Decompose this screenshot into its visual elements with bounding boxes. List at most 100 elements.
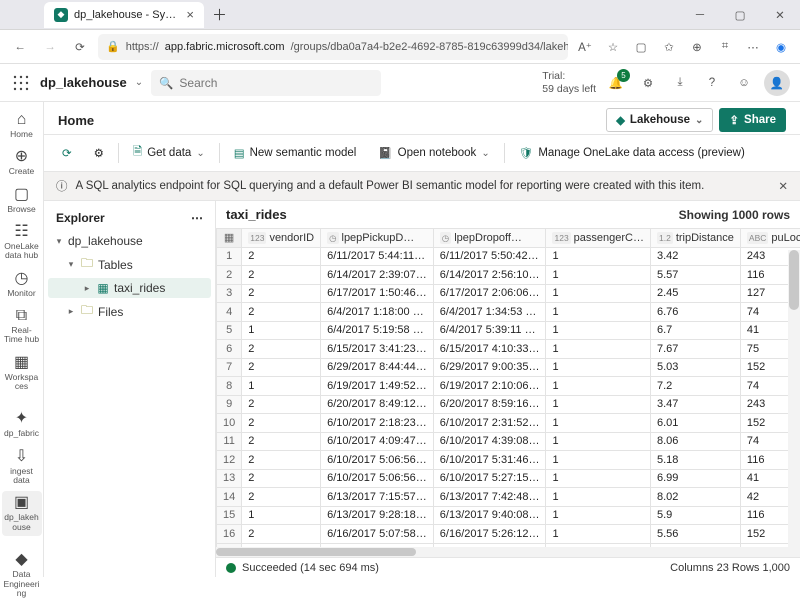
table-row[interactable]: 926/20/2017 8:49:12…6/20/2017 8:59:16…13… bbox=[217, 395, 800, 414]
manage-access-button[interactable]: 🛡Manage OneLake data access (preview) bbox=[511, 140, 753, 166]
read-aloud-icon[interactable]: A⁺ bbox=[574, 36, 596, 58]
table-row[interactable]: 426/4/2017 1:18:00 …6/4/2017 1:34:53 …16… bbox=[217, 303, 800, 322]
table-cell[interactable]: 2 bbox=[242, 525, 321, 544]
table-cell[interactable]: 5.9 bbox=[651, 506, 741, 525]
table-row[interactable]: 1026/10/2017 2:18:23…6/10/2017 2:31:52…1… bbox=[217, 414, 800, 433]
rail-item-create[interactable]: ⊕Create bbox=[2, 145, 42, 180]
info-close-button[interactable]: ✕ bbox=[778, 179, 788, 193]
tree-tables[interactable]: ▾🗀Tables bbox=[48, 251, 211, 278]
table-cell[interactable]: 6/13/2017 9:28:18… bbox=[321, 506, 434, 525]
horizontal-scrollbar[interactable] bbox=[216, 547, 788, 557]
rail-item-real-time-hub[interactable]: ⧉Real-Time hub bbox=[2, 304, 42, 349]
refresh-button[interactable]: ⟳ bbox=[68, 35, 92, 59]
table-cell[interactable]: 6/29/2017 8:44:44… bbox=[321, 358, 434, 377]
table-cell[interactable]: 1 bbox=[546, 395, 651, 414]
table-cell[interactable]: 2 bbox=[242, 432, 321, 451]
table-cell[interactable]: 2 bbox=[242, 284, 321, 303]
collections-square-icon[interactable]: ▢ bbox=[630, 36, 652, 58]
rail-item-workspaces[interactable]: ▦Workspaces bbox=[2, 351, 42, 396]
table-cell[interactable]: 7.2 bbox=[651, 377, 741, 396]
rail-item-home[interactable]: ⌂Home bbox=[2, 108, 42, 143]
table-row[interactable]: 226/14/2017 2:39:07…6/14/2017 2:56:10…15… bbox=[217, 266, 800, 285]
table-cell[interactable]: 6/29/2017 9:00:35… bbox=[433, 358, 546, 377]
table-cell[interactable]: 6/19/2017 1:49:52… bbox=[321, 377, 434, 396]
col-header[interactable]: 123vendorID bbox=[242, 229, 321, 248]
table-cell[interactable]: 2 bbox=[242, 266, 321, 285]
table-cell[interactable]: 5.03 bbox=[651, 358, 741, 377]
table-cell[interactable]: 6.99 bbox=[651, 469, 741, 488]
table-cell[interactable]: 6/4/2017 1:18:00 … bbox=[321, 303, 434, 322]
table-cell[interactable]: 2 bbox=[242, 414, 321, 433]
table-cell[interactable]: 1 bbox=[546, 414, 651, 433]
table-row[interactable]: 326/17/2017 1:50:46…6/17/2017 2:06:06…12… bbox=[217, 284, 800, 303]
table-cell[interactable]: 2 bbox=[242, 488, 321, 507]
table-cell[interactable]: 6/17/2017 2:06:06… bbox=[433, 284, 546, 303]
table-cell[interactable]: 6.7 bbox=[651, 321, 741, 340]
copilot-icon[interactable]: ◉ bbox=[770, 36, 792, 58]
table-cell[interactable]: 6/19/2017 2:10:06… bbox=[433, 377, 546, 396]
trial-status[interactable]: Trial: 59 days left bbox=[542, 70, 596, 94]
table-cell[interactable]: 6/10/2017 5:06:56… bbox=[321, 451, 434, 470]
user-avatar[interactable]: 👤 bbox=[764, 70, 790, 96]
open-notebook-button[interactable]: 📓Open notebook⌄ bbox=[370, 140, 497, 166]
table-cell[interactable]: 6/16/2017 5:07:58… bbox=[321, 525, 434, 544]
table-cell[interactable]: 2 bbox=[242, 340, 321, 359]
feedback-icon[interactable]: ☺ bbox=[732, 71, 756, 95]
collections-icon[interactable]: ⊕ bbox=[686, 36, 708, 58]
tree-table-taxi_rides[interactable]: ▸▦taxi_rides bbox=[48, 278, 211, 298]
table-cell[interactable]: 6/4/2017 1:34:53 … bbox=[433, 303, 546, 322]
rail-item-dp-fabric[interactable]: ✦dp_fabric bbox=[2, 407, 42, 442]
rail-item-onelake-data-hub[interactable]: ☷OneLake data hub bbox=[2, 220, 42, 265]
table-cell[interactable]: 6/14/2017 2:39:07… bbox=[321, 266, 434, 285]
table-cell[interactable]: 6/11/2017 5:50:42… bbox=[433, 247, 546, 266]
table-cell[interactable]: 1 bbox=[242, 377, 321, 396]
rownum-header[interactable]: ▦ bbox=[217, 229, 242, 248]
help-icon[interactable]: ? bbox=[700, 71, 724, 95]
table-cell[interactable]: 6/13/2017 7:42:48… bbox=[433, 488, 546, 507]
table-cell[interactable]: 2 bbox=[242, 358, 321, 377]
table-cell[interactable]: 1 bbox=[546, 488, 651, 507]
table-cell[interactable]: 6/10/2017 5:31:46… bbox=[433, 451, 546, 470]
more-icon[interactable]: ⋯ bbox=[742, 36, 764, 58]
table-cell[interactable]: 6.76 bbox=[651, 303, 741, 322]
table-cell[interactable]: 1 bbox=[546, 247, 651, 266]
favorites-icon[interactable]: ✩ bbox=[658, 36, 680, 58]
new-model-button[interactable]: ▤New semantic model bbox=[226, 140, 365, 166]
table-row[interactable]: 516/4/2017 5:19:58 …6/4/2017 5:39:11 …16… bbox=[217, 321, 800, 340]
tab-close-icon[interactable]: × bbox=[186, 7, 194, 22]
notifications-button[interactable]: 🔔5 bbox=[604, 71, 628, 95]
data-table[interactable]: ▦123vendorID◷lpepPickupD…◷lpepDropoff…12… bbox=[216, 228, 800, 557]
table-cell[interactable]: 2 bbox=[242, 303, 321, 322]
table-cell[interactable]: 6/15/2017 4:10:33… bbox=[433, 340, 546, 359]
table-row[interactable]: 126/11/2017 5:44:11…6/11/2017 5:50:42…13… bbox=[217, 247, 800, 266]
table-cell[interactable]: 6/14/2017 2:56:10… bbox=[433, 266, 546, 285]
maximize-button[interactable]: ▢ bbox=[720, 0, 760, 30]
lakehouse-mode-dropdown[interactable]: ◆ Lakehouse ⌄ bbox=[606, 108, 713, 132]
table-cell[interactable]: 1 bbox=[546, 377, 651, 396]
table-cell[interactable]: 7.67 bbox=[651, 340, 741, 359]
table-row[interactable]: 1226/10/2017 5:06:56…6/10/2017 5:31:46…1… bbox=[217, 451, 800, 470]
table-cell[interactable]: 6/10/2017 4:09:47… bbox=[321, 432, 434, 451]
table-cell[interactable]: 6/10/2017 5:06:56… bbox=[321, 469, 434, 488]
table-cell[interactable]: 1 bbox=[546, 303, 651, 322]
tree-files[interactable]: ▸🗀Files bbox=[48, 298, 211, 325]
extensions-icon[interactable]: ⌗ bbox=[714, 36, 736, 58]
table-cell[interactable]: 6/20/2017 8:59:16… bbox=[433, 395, 546, 414]
vertical-scrollbar[interactable] bbox=[788, 250, 800, 557]
table-cell[interactable]: 1 bbox=[546, 451, 651, 470]
table-row[interactable]: 816/19/2017 1:49:52…6/19/2017 2:10:06…17… bbox=[217, 377, 800, 396]
minimize-button[interactable]: ─ bbox=[680, 0, 720, 30]
table-cell[interactable]: 6/17/2017 1:50:46… bbox=[321, 284, 434, 303]
new-tab-button[interactable]: ＋ bbox=[212, 4, 227, 25]
table-cell[interactable]: 6/10/2017 4:39:08… bbox=[433, 432, 546, 451]
table-cell[interactable]: 1 bbox=[546, 432, 651, 451]
table-row[interactable]: 1626/16/2017 5:07:58…6/16/2017 5:26:12…1… bbox=[217, 525, 800, 544]
table-cell[interactable]: 2 bbox=[242, 469, 321, 488]
col-header[interactable]: ABCpuLocationId bbox=[740, 229, 800, 248]
table-cell[interactable]: 6.01 bbox=[651, 414, 741, 433]
col-header[interactable]: ◷lpepPickupD… bbox=[321, 229, 434, 248]
table-cell[interactable]: 5.57 bbox=[651, 266, 741, 285]
refresh-tool[interactable]: ⟳ bbox=[54, 140, 80, 166]
table-cell[interactable]: 1 bbox=[546, 358, 651, 377]
table-cell[interactable]: 1 bbox=[546, 506, 651, 525]
